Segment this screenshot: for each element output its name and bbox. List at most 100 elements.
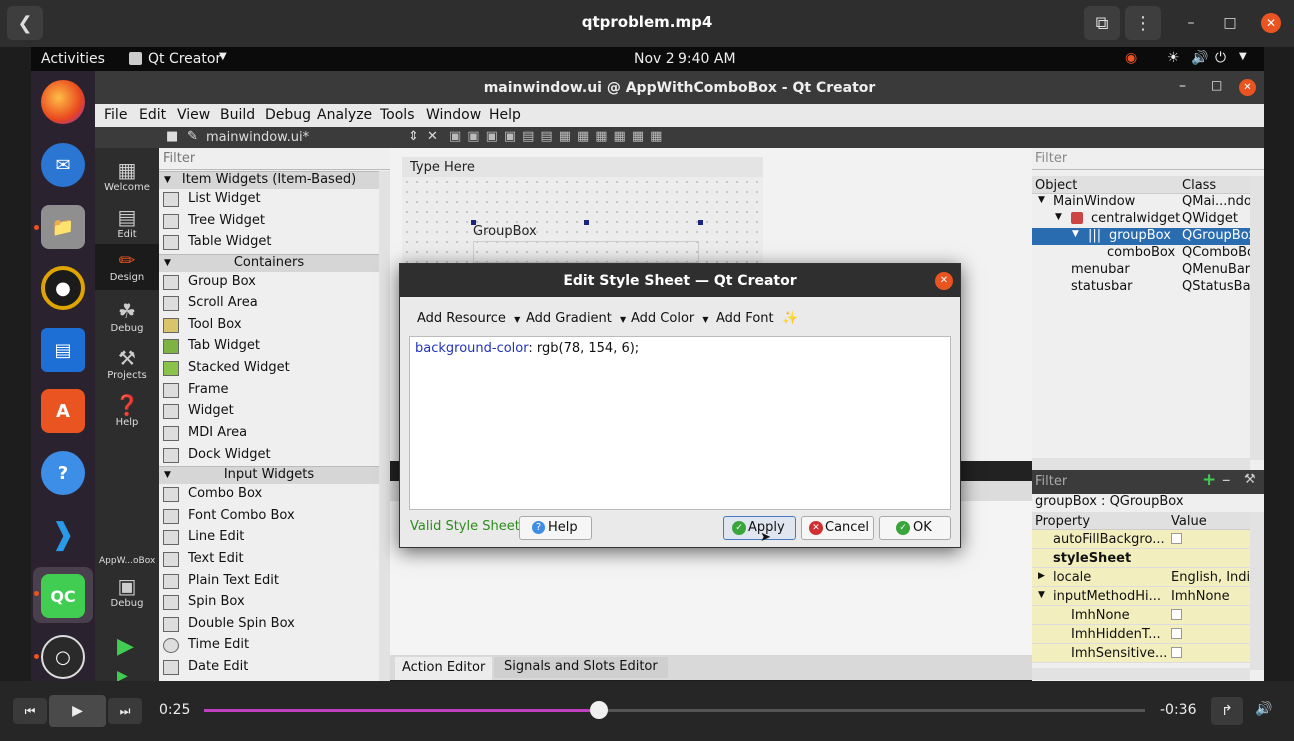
power-icon[interactable]: ⏻ bbox=[1215, 50, 1226, 66]
widget-scroll-area[interactable]: Scroll Area bbox=[159, 293, 379, 314]
widget-combo-box[interactable]: Combo Box bbox=[159, 484, 379, 505]
add-resource-button[interactable]: Add Resource ▼ bbox=[417, 311, 520, 326]
widget-spin-box[interactable]: Spin Box bbox=[159, 592, 379, 613]
play-button[interactable]: ▶ bbox=[49, 695, 106, 727]
tree-row-groupbox[interactable]: ▼ ||| groupBox QGroupBox bbox=[1032, 228, 1264, 245]
menu-view[interactable]: View bbox=[177, 107, 210, 123]
writer-icon[interactable]: ▤ bbox=[41, 328, 85, 372]
style-wand-icon[interactable]: ✨ bbox=[782, 311, 798, 326]
widget-text-edit[interactable]: Text Edit bbox=[159, 549, 379, 570]
seek-handle[interactable] bbox=[590, 701, 609, 719]
prop-imhhiddentext[interactable]: ImhHiddenT... bbox=[1032, 625, 1250, 644]
object-filter-input[interactable]: Filter bbox=[1035, 151, 1067, 166]
menu-build[interactable]: Build bbox=[220, 107, 255, 123]
menu-help[interactable]: Help bbox=[489, 107, 521, 123]
thunderbird-icon[interactable]: ✉ bbox=[41, 143, 85, 187]
mode-edit[interactable]: ▤ Edit bbox=[95, 201, 159, 247]
app-center-icon[interactable]: A bbox=[41, 389, 85, 433]
property-filter-input[interactable]: Filter bbox=[1035, 474, 1067, 489]
volume-icon[interactable]: 🔊 bbox=[1191, 50, 1208, 66]
brightness-icon[interactable]: ☀ bbox=[1167, 50, 1180, 66]
tab-switch-icon[interactable]: ⇕ bbox=[408, 129, 419, 144]
minimize-button[interactable]: – bbox=[1175, 6, 1207, 40]
category-item-widgets[interactable]: ▼ Item Widgets (Item-Based) bbox=[159, 171, 379, 189]
qt-close-button[interactable]: ✕ bbox=[1239, 79, 1256, 96]
widget-frame[interactable]: Frame bbox=[159, 380, 379, 401]
tab-signals-slots-editor[interactable]: Signals and Slots Editor bbox=[494, 657, 668, 678]
menu-analyze[interactable]: Analyze bbox=[317, 107, 372, 123]
widget-stacked[interactable]: Stacked Widget bbox=[159, 358, 379, 379]
cancel-button[interactable]: ✕ Cancel bbox=[801, 516, 874, 540]
app-menu[interactable]: Qt Creator bbox=[148, 51, 221, 67]
menu-tools[interactable]: Tools bbox=[380, 107, 415, 123]
menu-button[interactable]: ⋮ bbox=[1125, 6, 1161, 40]
widget-font-combo-box[interactable]: Font Combo Box bbox=[159, 506, 379, 527]
col-class[interactable]: Class bbox=[1182, 178, 1216, 193]
help-icon[interactable]: ? bbox=[41, 451, 85, 495]
system-menu-caret-icon[interactable]: ▼ bbox=[1239, 51, 1247, 62]
widget-mdi-area[interactable]: MDI Area bbox=[159, 423, 379, 444]
widget-plain-text-edit[interactable]: Plain Text Edit bbox=[159, 571, 379, 592]
prop-stylesheet[interactable]: styleSheet bbox=[1032, 549, 1250, 568]
vscode-icon[interactable]: ❱ bbox=[41, 512, 85, 556]
widget-filter-input[interactable]: Filter bbox=[163, 151, 195, 166]
tree-row-menubar[interactable]: menubar QMenuBar bbox=[1032, 262, 1250, 279]
tree-row-combobox[interactable]: comboBox QComboBo bbox=[1032, 245, 1250, 262]
screencast-icon[interactable]: ◉ bbox=[1125, 50, 1137, 66]
form-type-here[interactable]: Type Here bbox=[410, 160, 475, 175]
menu-edit[interactable]: Edit bbox=[139, 107, 166, 123]
dialog-close-button[interactable]: ✕ bbox=[935, 272, 953, 290]
selection-handle[interactable] bbox=[698, 220, 703, 225]
menu-window[interactable]: Window bbox=[426, 107, 481, 123]
prop-autofill[interactable]: autoFillBackgro... bbox=[1032, 530, 1250, 549]
document-tab[interactable]: mainwindow.ui* bbox=[206, 130, 309, 145]
form-groupbox-title[interactable]: GroupBox bbox=[473, 224, 537, 239]
qt-maximize-button[interactable]: □ bbox=[1211, 78, 1222, 92]
date[interactable]: Nov 2 bbox=[634, 51, 675, 67]
rhythmbox-icon[interactable]: ● bbox=[41, 266, 85, 310]
clock[interactable]: 9:40 AM bbox=[678, 51, 736, 67]
maximize-button[interactable]: □ bbox=[1214, 6, 1246, 40]
widget-tab[interactable]: Tab Widget bbox=[159, 336, 379, 357]
property-scrollbar[interactable] bbox=[1250, 512, 1264, 670]
run-debug-icon[interactable]: ▶ bbox=[117, 668, 128, 681]
widget-table[interactable]: Table Widget bbox=[159, 232, 379, 253]
mode-design[interactable]: ✏ Design bbox=[95, 244, 159, 290]
menu-file[interactable]: File bbox=[104, 107, 127, 123]
col-object[interactable]: Object bbox=[1035, 178, 1077, 193]
widget-tool-box[interactable]: Tool Box bbox=[159, 315, 379, 336]
tree-row-centralwidget[interactable]: ▼ centralwidget QWidget bbox=[1032, 211, 1250, 228]
skip-back-button[interactable]: ⏮ bbox=[13, 698, 47, 724]
qt-creator-icon[interactable]: QC bbox=[41, 574, 85, 618]
obs-icon[interactable]: ○ bbox=[41, 635, 85, 679]
object-scrollbar[interactable] bbox=[1250, 176, 1264, 460]
help-button[interactable]: ? Help bbox=[519, 516, 592, 540]
object-hscrollbar[interactable] bbox=[1032, 458, 1250, 470]
volume-button[interactable]: 🔊 bbox=[1255, 701, 1272, 717]
layout-tools-icon[interactable]: ▣▣▣▣▤▤▦▦▦▦▦▦ bbox=[449, 129, 668, 144]
add-font-button[interactable]: Add Font bbox=[716, 311, 774, 326]
widget-line-edit[interactable]: Line Edit bbox=[159, 527, 379, 548]
qt-minimize-button[interactable]: – bbox=[1179, 78, 1186, 94]
add-dynamic-property-icon[interactable]: + bbox=[1202, 470, 1216, 490]
prop-locale[interactable]: ▶ locale English, India bbox=[1032, 568, 1250, 587]
build-config[interactable]: ▣ Debug bbox=[95, 570, 159, 616]
prop-imhsensitive[interactable]: ImhSensitive... bbox=[1032, 644, 1250, 663]
remove-property-icon[interactable]: – bbox=[1222, 470, 1231, 490]
ok-button[interactable]: ✓ OK bbox=[879, 516, 951, 540]
mode-debug[interactable]: ☘ Debug bbox=[95, 295, 159, 341]
close-document-icon[interactable]: ✕ bbox=[427, 129, 438, 144]
rotate-button[interactable]: ↱ bbox=[1211, 697, 1243, 725]
skip-forward-button[interactable]: ⏭ bbox=[108, 698, 142, 724]
mode-help[interactable]: ❓ Help bbox=[95, 389, 159, 435]
pip-button[interactable]: ⧉ bbox=[1084, 6, 1120, 40]
property-hscrollbar[interactable] bbox=[1032, 668, 1250, 680]
activities-button[interactable]: Activities bbox=[41, 51, 105, 67]
files-icon[interactable]: 📁 bbox=[41, 205, 85, 249]
configure-icon[interactable]: ⚒ bbox=[1244, 472, 1256, 487]
mode-projects[interactable]: ⚒ Projects bbox=[95, 342, 159, 388]
form-groupbox-frame[interactable] bbox=[473, 241, 699, 263]
selection-handle[interactable] bbox=[584, 220, 589, 225]
widget-scrollbar[interactable] bbox=[379, 171, 390, 681]
widget-date-edit[interactable]: Date Edit bbox=[159, 657, 379, 678]
